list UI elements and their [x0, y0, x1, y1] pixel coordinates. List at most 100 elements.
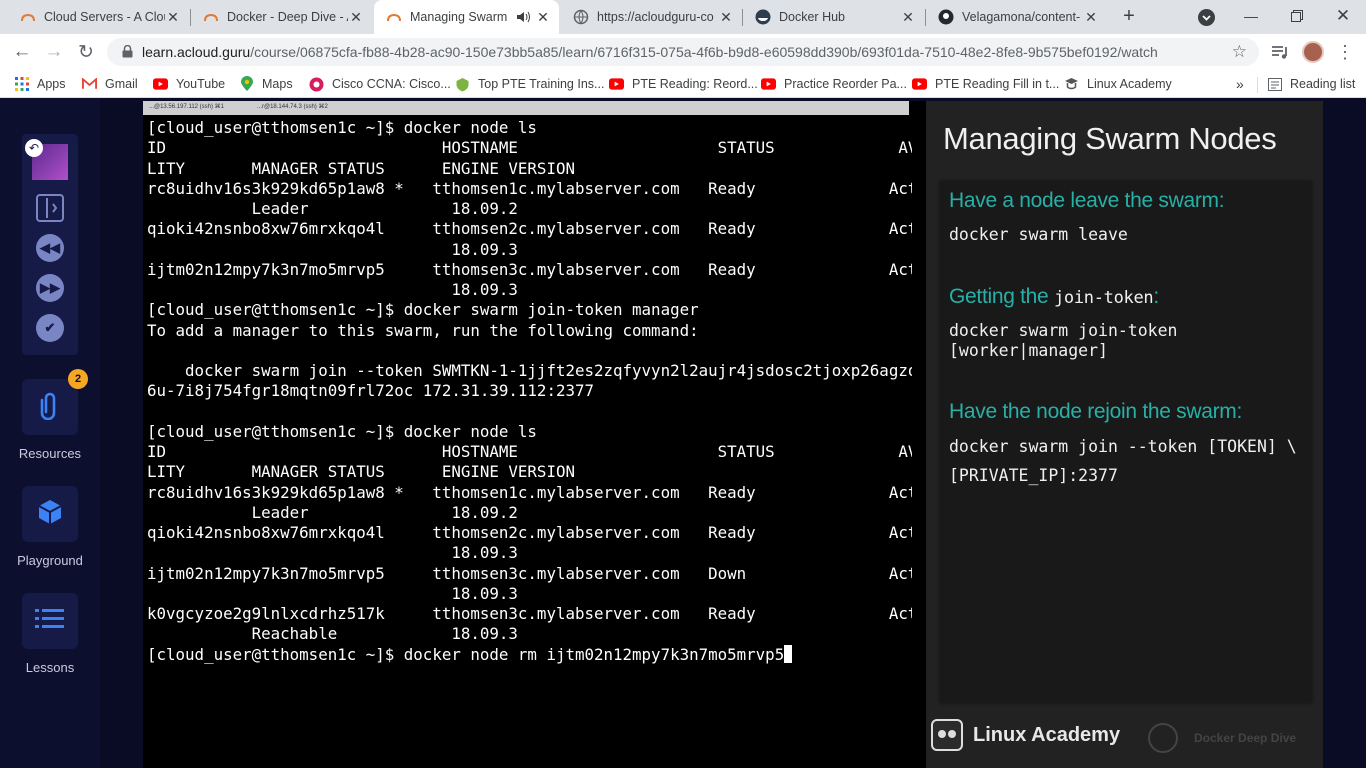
video-player[interactable]: ...@13.56.197.112 (ssh) ⌘1 ...r@18.144.7…: [143, 101, 1323, 768]
apps-grid-icon: [14, 77, 29, 92]
tab-docker-deep-dive[interactable]: Docker - Deep Dive - A ✕: [191, 0, 372, 34]
tab-managing-swarm[interactable]: Managing Swarm ✕: [374, 0, 559, 34]
tab-cloud-servers[interactable]: Cloud Servers - A Clou ✕: [8, 0, 189, 34]
check-complete-icon[interactable]: ✔: [36, 314, 64, 342]
bookmark-label: Maps: [262, 77, 293, 91]
terminal-line: [cloud_user@tthomsen1c ~]$ docker swarm …: [147, 300, 699, 320]
bookmark-apps[interactable]: Apps: [14, 75, 66, 93]
bookmark-pte-reorder[interactable]: PTE Reading: Reord...: [609, 75, 758, 93]
bookmark-site-icon: [309, 77, 324, 92]
terminal-line: qioki42nsnbo8xw76mrxkqo4l tthomsen2c.myl…: [147, 523, 912, 542]
rejoin-command-line2: [PRIVATE_IP]:2377: [949, 466, 1118, 485]
terminal-line: ijtm02n12mpy7k3n7mo5mrvp5 tthomsen3c.myl…: [147, 259, 912, 279]
join-token-command-line1: docker swarm join-token: [949, 321, 1178, 340]
back-arrow-icon[interactable]: ←: [9, 39, 35, 65]
terminal-line: docker swarm join --token SWMTKN-1-1jjft…: [147, 361, 912, 380]
resources-button[interactable]: [22, 379, 78, 435]
owl-icon: [931, 719, 963, 751]
more-bookmarks-chevron[interactable]: »: [1236, 75, 1244, 93]
profile-avatar[interactable]: [1302, 41, 1324, 63]
more-menu-icon[interactable]: ⋮: [1336, 40, 1354, 64]
playground-label[interactable]: Playground: [0, 553, 100, 568]
terminal-line: 6u-7i8j754fgr18mqtn09frl72oc 172.31.39.1…: [147, 381, 594, 401]
lessons-label[interactable]: Lessons: [0, 660, 100, 675]
tab-label: Cloud Servers - A Clou: [44, 10, 165, 24]
url-host: learn.acloud.guru: [142, 44, 251, 60]
back-arrow-icon[interactable]: ↶: [25, 139, 43, 157]
bookmarks-bar: Apps Gmail YouTube Maps Cisco CCNA: Cisc…: [0, 70, 1366, 98]
browser-tab-strip: Cloud Servers - A Clou ✕ Docker - Deep D…: [0, 0, 1366, 34]
leave-heading: Have a node leave the swarm:: [949, 189, 1225, 212]
close-icon[interactable]: ✕: [718, 9, 734, 25]
bookmark-star-icon[interactable]: ☆: [1232, 42, 1247, 62]
reading-list-button[interactable]: Reading list: [1267, 75, 1355, 93]
terminal-tab-1: ...@13.56.197.112 (ssh) ⌘1: [149, 104, 225, 110]
terminal-line: 18.09.3: [147, 239, 518, 259]
playground-button[interactable]: [22, 486, 78, 542]
terminal-line: [cloud_user@tthomsen1c ~]$ docker node l…: [147, 421, 537, 441]
docker-deep-dive-logo: Docker Deep Dive: [1148, 723, 1296, 753]
lessons-button[interactable]: [22, 593, 78, 649]
youtube-icon: [912, 77, 927, 92]
speaker-icon[interactable]: [515, 9, 531, 25]
player-controls-panel: ↶ ◀◀ ▶▶ ✔: [22, 134, 78, 355]
youtube-icon: [153, 77, 168, 92]
close-icon[interactable]: ✕: [1083, 9, 1099, 25]
terminal-line: To add a manager to this swarm, run the …: [147, 320, 699, 340]
bookmark-label: Apps: [37, 77, 66, 91]
rejoin-heading: Have the node rejoin the swarm:: [949, 400, 1243, 423]
linux-academy-wordmark: Linux Academy: [973, 723, 1121, 746]
resources-label[interactable]: Resources: [0, 446, 100, 461]
tab-github-content[interactable]: Velagamona/content- ✕: [926, 0, 1107, 34]
lock-icon[interactable]: [122, 44, 133, 63]
bookmark-label: Linux Academy: [1087, 77, 1172, 91]
tab-docker-hub[interactable]: Docker Hub ✕: [743, 0, 924, 34]
tab-label: Managing Swarm: [410, 10, 508, 24]
bookmark-label: Cisco CCNA: Cisco...: [332, 77, 451, 91]
bookmark-maps[interactable]: Maps: [239, 75, 293, 93]
terminal-line: [cloud_user@tthomsen1c ~]$ docker node l…: [147, 118, 537, 137]
terminal-line: ID HOSTNAME STATUS AVAILABI: [147, 138, 912, 158]
terminal-line: qioki42nsnbo8xw76mrxkqo4l tthomsen2c.myl…: [147, 219, 912, 239]
list-icon: [35, 608, 65, 635]
bookmark-cisco[interactable]: Cisco CCNA: Cisco...: [309, 75, 451, 93]
bookmark-linux-academy[interactable]: Linux Academy: [1064, 75, 1172, 93]
terminal-line: Leader 18.09.2: [147, 199, 518, 218]
toggle-sidebar-icon[interactable]: [36, 194, 64, 222]
bookmark-label: PTE Reading Fill in t...: [935, 77, 1060, 91]
bookmark-youtube[interactable]: YouTube: [153, 75, 225, 93]
youtube-icon: [609, 77, 624, 92]
tab-search-icon[interactable]: [1198, 9, 1215, 26]
reading-list-icon: [1267, 77, 1282, 92]
forward-arrow-icon[interactable]: →: [41, 39, 67, 65]
reload-icon[interactable]: ↻: [73, 39, 99, 65]
address-bar[interactable]: learn.acloud.guru/course/06875cfa-fb88-4…: [107, 38, 1259, 66]
bookmark-pte-fill[interactable]: PTE Reading Fill in t...: [912, 75, 1059, 93]
tab-label: https://acloudguru-co: [597, 10, 714, 24]
close-icon[interactable]: ✕: [165, 9, 181, 25]
media-playlist-icon[interactable]: [1270, 42, 1290, 67]
cube-icon: [35, 497, 65, 532]
maximize-icon[interactable]: [1274, 0, 1320, 32]
fast-forward-icon[interactable]: ▶▶: [36, 274, 64, 302]
github-icon: [938, 9, 954, 25]
minimize-icon[interactable]: —: [1228, 0, 1274, 32]
close-icon[interactable]: ✕: [900, 9, 916, 25]
join-token-heading: Getting the join-token:: [949, 285, 1159, 309]
tab-acloudguru-content[interactable]: https://acloudguru-co ✕: [561, 0, 742, 34]
window-close-icon[interactable]: ✕: [1320, 0, 1366, 32]
bookmark-pte-training[interactable]: Top PTE Training Ins...: [455, 75, 604, 93]
bookmark-gmail[interactable]: Gmail: [82, 75, 138, 93]
resources-count-badge: 2: [68, 369, 88, 389]
heading-suffix: :: [1153, 285, 1159, 308]
close-icon[interactable]: ✕: [535, 9, 551, 25]
rewind-icon[interactable]: ◀◀: [36, 234, 64, 262]
url-text[interactable]: learn.acloud.guru/course/06875cfa-fb88-4…: [142, 44, 1158, 60]
bookmark-practice-reorder[interactable]: Practice Reorder Pa...: [761, 75, 907, 93]
reading-list-label: Reading list: [1290, 77, 1356, 91]
linux-academy-logo: Linux Academy: [931, 719, 1120, 751]
new-tab-button[interactable]: +: [1117, 5, 1141, 29]
acloudguru-icon: [20, 9, 36, 25]
close-icon[interactable]: ✕: [348, 9, 364, 25]
